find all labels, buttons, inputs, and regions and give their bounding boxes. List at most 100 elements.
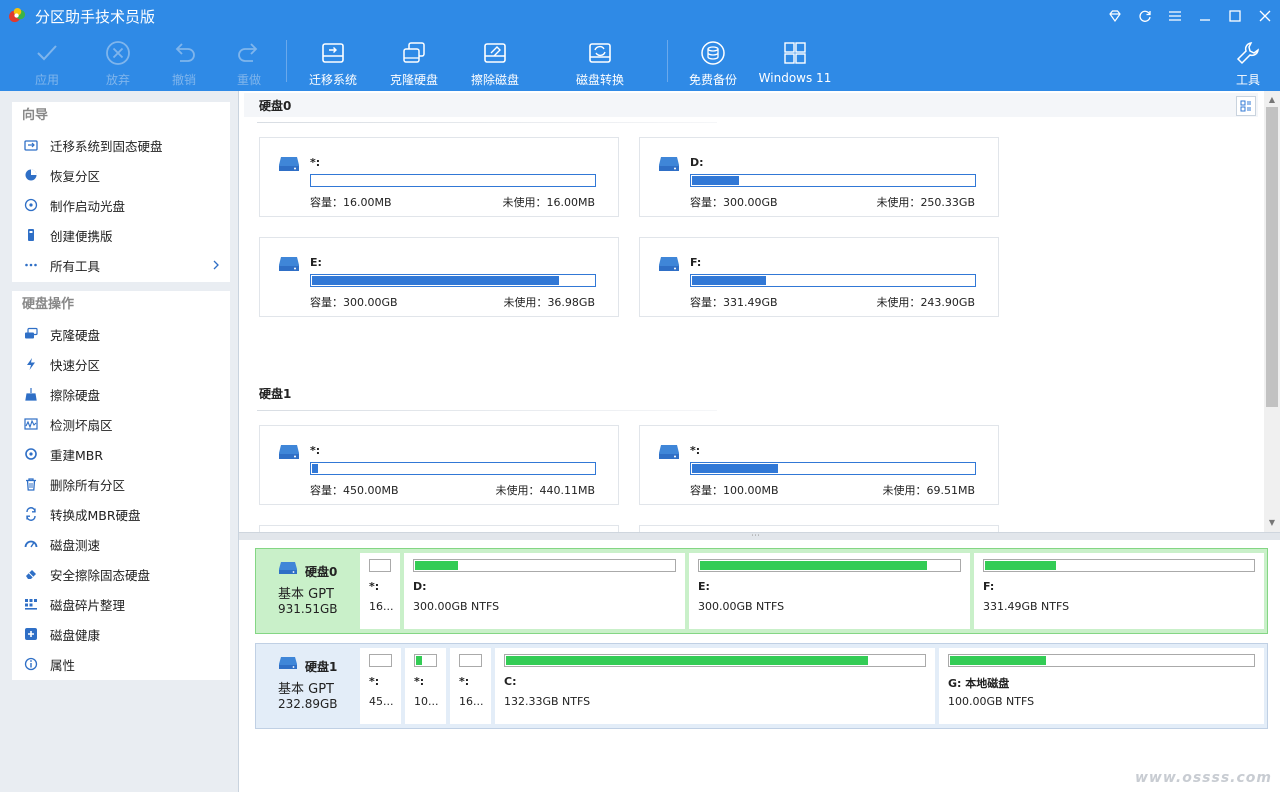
sidebar-item[interactable]: 所有工具	[12, 250, 230, 280]
sidebar-item[interactable]: 恢复分区	[12, 160, 230, 190]
partition-segment[interactable]: F: 331.49GB NTFS	[974, 553, 1264, 629]
sidebar-item[interactable]: 删除所有分区	[12, 469, 230, 499]
apply-button[interactable]: 应用	[31, 38, 63, 88]
usage-bar-fill	[415, 561, 458, 570]
partition-segment[interactable]: *: 16...	[450, 648, 491, 724]
pane-splitter[interactable]: ⋯	[239, 531, 1280, 541]
convert-disk-icon	[585, 38, 615, 68]
sidebar-item[interactable]: 转换成MBR硬盘	[12, 499, 230, 529]
discard-button[interactable]: 放弃	[102, 38, 134, 88]
wizard-panel: 向导 迁移系统到固态硬盘 恢复分区 制作启动光盘 创建便携版 所有工具	[12, 102, 230, 282]
sidebar-item[interactable]: 迁移系统到固态硬盘	[12, 130, 230, 160]
partition-segment[interactable]: *: 10...	[405, 648, 446, 724]
scroll-down-icon[interactable]: ▼	[1264, 516, 1280, 530]
redo-icon	[234, 38, 264, 68]
redo-button[interactable]: 重做	[233, 38, 265, 88]
sidebar-item[interactable]: 创建便携版	[12, 220, 230, 250]
partition-info: 45...	[369, 695, 394, 708]
partition-name: *:	[369, 675, 380, 688]
sidebar-item[interactable]: 擦除硬盘	[12, 379, 230, 409]
hard-disk-icon	[658, 156, 680, 172]
wipe-disk-button[interactable]: 擦除磁盘	[468, 38, 522, 88]
sidebar-item-label: 属性	[50, 657, 76, 673]
partition-card[interactable]: *: 容量：450.00MB 未使用：440.11MB	[259, 425, 619, 505]
sidebar-item-label: 制作启动光盘	[50, 198, 126, 214]
partition-card[interactable]: *: 容量：100.00MB 未使用：69.51MB	[639, 425, 999, 505]
partition-segment[interactable]: *: 45...	[360, 648, 401, 724]
sidebar-item[interactable]: 快速分区	[12, 349, 230, 379]
partition-card[interactable]	[259, 525, 619, 532]
lightning-icon	[22, 355, 40, 373]
scrollbar-thumb[interactable]	[1266, 107, 1278, 407]
sidebar-item[interactable]: 磁盘测速	[12, 529, 230, 559]
free-space-text: 未使用：16.00MB	[502, 196, 595, 209]
minimize-icon[interactable]	[1190, 0, 1220, 32]
usage-bar	[310, 274, 596, 287]
convert-disk-button[interactable]: 磁盘转换	[573, 38, 627, 88]
migrate-os-button[interactable]: 迁移系统	[306, 38, 360, 88]
toolbar-separator	[667, 40, 668, 82]
disk-header-band	[244, 93, 1258, 117]
partition-card[interactable]: D: 容量：300.00GB 未使用：250.33GB	[639, 137, 999, 217]
usage-bar-fill	[950, 656, 1046, 665]
menu-icon[interactable]	[1160, 0, 1190, 32]
clone-disk-button[interactable]: 克隆硬盘	[387, 38, 441, 88]
usage-bar-fill	[692, 464, 778, 473]
sidebar-item[interactable]: 磁盘健康	[12, 619, 230, 649]
partition-card[interactable]: F: 容量：331.49GB 未使用：243.90GB	[639, 237, 999, 317]
refresh-icon[interactable]	[1130, 0, 1160, 32]
disk-name: 硬盘0	[305, 565, 338, 579]
hard-disk-icon	[278, 156, 300, 172]
disk-size: 931.51GB	[278, 602, 338, 616]
partition-name: *:	[414, 675, 425, 688]
partition-card[interactable]	[639, 525, 999, 532]
info-icon	[22, 655, 40, 673]
usage-bar	[459, 654, 482, 667]
disk-type: 基本 GPT	[278, 682, 334, 697]
sidebar-item[interactable]: 克隆硬盘	[12, 319, 230, 349]
tools-button[interactable]: 工具	[1232, 38, 1264, 88]
partition-segment[interactable]: C: 132.33GB NTFS	[495, 648, 935, 724]
undo-button[interactable]: 撤销	[168, 38, 200, 88]
disk-size: 232.89GB	[278, 697, 338, 711]
usage-bar-fill	[506, 656, 868, 665]
divider	[257, 122, 717, 123]
usb-icon	[22, 226, 40, 244]
disk-row[interactable]: 硬盘0 基本 GPT 931.51GB *: 16... D: 300.00GB NTFS E…	[255, 548, 1268, 634]
partition-segment[interactable]: G: 本地磁盘 100.00GB NTFS	[939, 648, 1264, 724]
windows11-button[interactable]: Windows 11	[759, 38, 831, 88]
usage-bar	[690, 274, 976, 287]
close-icon[interactable]	[1250, 0, 1280, 32]
usage-bar	[310, 174, 596, 187]
view-toggle-icon[interactable]	[1236, 96, 1256, 116]
app-title: 分区助手技术员版	[35, 8, 156, 26]
partition-card[interactable]: E: 容量：300.00GB 未使用：36.98GB	[259, 237, 619, 317]
usage-bar	[983, 559, 1255, 572]
sidebar-item[interactable]: 检测坏扇区	[12, 409, 230, 439]
vertical-scrollbar[interactable]: ▲ ▼	[1264, 91, 1280, 532]
watermark: www.ossss.com	[1135, 770, 1272, 786]
partition-card[interactable]: *: 容量：16.00MB 未使用：16.00MB	[259, 137, 619, 217]
sidebar-item[interactable]: 属性	[12, 649, 230, 679]
sidebar-item-label: 磁盘碎片整理	[50, 597, 126, 613]
broom-icon	[22, 385, 40, 403]
sidebar-item[interactable]: 重建MBR	[12, 439, 230, 469]
usage-bar	[698, 559, 961, 572]
boot-disc-icon	[22, 196, 40, 214]
diamond-icon[interactable]	[1100, 0, 1130, 32]
partition-segment[interactable]: *: 16...	[360, 553, 400, 629]
scroll-up-icon[interactable]: ▲	[1264, 93, 1280, 107]
sidebar-item[interactable]: 制作启动光盘	[12, 190, 230, 220]
sidebar-item[interactable]: 安全擦除固态硬盘	[12, 559, 230, 589]
partition-segment[interactable]: E: 300.00GB NTFS	[689, 553, 970, 629]
partition-name: E:	[310, 256, 322, 269]
sidebar-item[interactable]: 磁盘碎片整理	[12, 589, 230, 619]
partition-segment[interactable]: D: 300.00GB NTFS	[404, 553, 685, 629]
health-icon	[22, 625, 40, 643]
disk-row[interactable]: 硬盘1 基本 GPT 232.89GB *: 45... *: 10... *: 16... C:…	[255, 643, 1268, 729]
partition-info: 16...	[369, 600, 394, 613]
free-backup-button[interactable]: 免费备份	[686, 38, 740, 88]
sidebar-item-label: 迁移系统到固态硬盘	[50, 138, 163, 154]
maximize-icon[interactable]	[1220, 0, 1250, 32]
eraser-icon	[22, 565, 40, 583]
